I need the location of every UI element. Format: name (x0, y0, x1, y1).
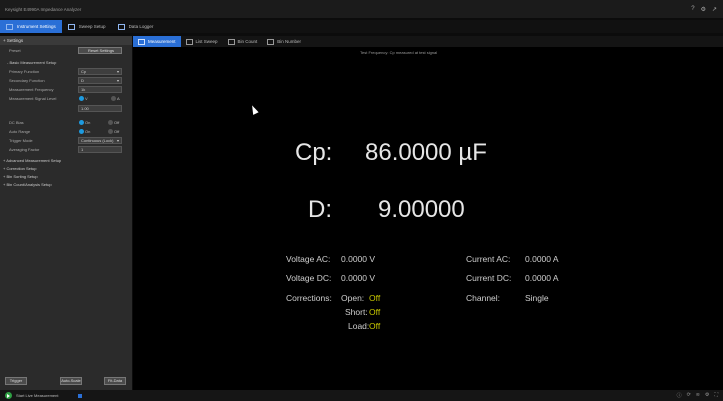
title-bar: Keysight E4990A Impedance Analyzer ? ⚙ ↗ (0, 0, 723, 18)
tab-instrument-settings[interactable]: Instrument Settings (0, 20, 62, 33)
open-value: Off (369, 293, 381, 303)
window-title: Keysight E4990A Impedance Analyzer (5, 6, 82, 12)
chevron-down-icon: ▾ (116, 138, 119, 143)
status-indicator (78, 393, 83, 398)
primary-param-value: 86.0000 µF (365, 139, 487, 166)
measurement-display: Test Frequency: Cp measured at test sign… (133, 47, 723, 390)
list-icon (185, 38, 193, 45)
primary-function-label: Primary Function (9, 69, 40, 74)
primary-param-label: Cp: (295, 139, 333, 166)
secondary-readout: D: 9.00000 (308, 196, 465, 224)
monitor-icon (138, 38, 145, 45)
tab-bin-number[interactable]: Bin Number (262, 36, 306, 47)
chevron-down-icon: ▾ (116, 69, 119, 74)
logger-icon (117, 23, 125, 30)
voltage-dc-value: 0.0000 V (341, 273, 376, 283)
channel-label: Channel: (466, 293, 501, 303)
settings-icon[interactable]: ⚙ (705, 392, 709, 399)
channel-value: Single (525, 293, 549, 303)
primary-function-select[interactable]: Cp ▾ (78, 68, 122, 75)
load-value: Off (369, 321, 381, 331)
mouse-cursor-icon (249, 104, 259, 115)
auto-range-off-radio[interactable]: Off (108, 129, 119, 135)
tab-data-logger[interactable]: Data Logger (112, 20, 160, 33)
signal-level-amp-radio[interactable]: A (111, 96, 120, 102)
sync-icon[interactable]: ⟳ (687, 392, 691, 399)
averaging-label: Averaging Factor (9, 147, 40, 152)
tab-sweep-setup[interactable]: Sweep Setup (62, 20, 112, 33)
settings-sidebar: + Settings Preset Reset Settings - Basic… (0, 36, 132, 390)
corrections-label: Corrections: (286, 293, 332, 303)
test-frequency-text: Test Frequency: Cp measured at test sign… (360, 50, 438, 55)
section-correction[interactable]: + Correction Setup (0, 165, 132, 173)
secondary-function-label: Secondary Function (9, 78, 45, 83)
tab-list-sweep[interactable]: List Sweep (181, 36, 223, 47)
primary-readout: Cp: 86.0000 µF (295, 139, 487, 167)
auto-scale-button[interactable]: Auto-Scale (60, 377, 82, 385)
bar-chart-icon (227, 38, 235, 45)
averaging-input[interactable]: 1 (78, 146, 122, 153)
info-icon[interactable]: ⓘ (677, 392, 682, 399)
reset-settings-button[interactable]: Reset Settings (78, 47, 122, 54)
fit-data-button[interactable]: Fit-Data (104, 377, 126, 385)
chevron-down-icon: ▾ (116, 78, 119, 83)
view-tabs: Measurement List Sweep Bin Count Bin Num… (133, 36, 723, 47)
external-link-icon[interactable]: ↗ (712, 6, 717, 13)
current-dc-label: Current DC: (466, 273, 512, 283)
chart-icon (67, 23, 75, 30)
start-measurement-label[interactable]: Start Live Measurement (16, 393, 58, 398)
preset-label: Preset (9, 48, 21, 53)
frequency-label: Measurement Frequency (9, 87, 54, 92)
number-icon (267, 38, 275, 45)
auto-range-label: Auto Range (9, 129, 31, 134)
tab-bin-count[interactable]: Bin Count (223, 36, 263, 47)
wifi-icon[interactable]: ≋ (696, 392, 700, 399)
current-dc-value: 0.0000 A (525, 273, 559, 283)
settings-header[interactable]: + Settings (0, 36, 132, 45)
voltage-ac-value: 0.0000 V (341, 254, 376, 264)
dc-bias-on-radio[interactable]: On (79, 120, 90, 126)
section-bin-sorting[interactable]: + Bin Sorting Setup (0, 173, 132, 181)
current-ac-label: Current AC: (466, 254, 511, 264)
fullscreen-icon[interactable]: ⛶ (714, 392, 718, 399)
section-advanced[interactable]: + Advanced Measurement Setup (0, 157, 132, 165)
trigger-mode-label: Trigger Mode (9, 138, 33, 143)
main-tabs: Instrument Settings Sweep Setup Data Log… (0, 20, 723, 33)
secondary-param-label: D: (308, 196, 332, 223)
status-bar: Start Live Measurement ⓘ ⟳ ≋ ⚙ ⛶ (0, 390, 723, 401)
signal-level-label: Measurement Signal Level (9, 96, 57, 101)
short-value: Off (369, 307, 381, 317)
help-icon[interactable]: ? (691, 6, 694, 12)
basic-section-header[interactable]: - Basic Measurement Setup (7, 60, 56, 65)
section-bin-count[interactable]: + Bin Count/Analysis Setup (0, 181, 132, 189)
trigger-mode-select[interactable]: Continuous (Lock) ▾ (78, 137, 122, 144)
secondary-param-value: 9.00000 (378, 196, 465, 223)
signal-level-volt-radio[interactable]: V (79, 96, 88, 102)
load-label: Load: (348, 321, 370, 331)
instrument-icon (6, 23, 13, 30)
tab-measurement[interactable]: Measurement (133, 36, 181, 47)
secondary-function-select[interactable]: D ▾ (78, 77, 122, 84)
short-label: Short: (345, 307, 368, 317)
trigger-button[interactable]: Trigger (5, 377, 27, 385)
voltage-dc-label: Voltage DC: (286, 273, 332, 283)
voltage-ac-label: Voltage AC: (286, 254, 331, 264)
dc-bias-off-radio[interactable]: Off (108, 120, 119, 126)
frequency-input[interactable]: 1k (78, 86, 122, 93)
dc-bias-label: DC Bias (9, 120, 24, 125)
open-label: Open: (341, 293, 365, 303)
signal-level-input[interactable]: 1.00 (78, 105, 122, 112)
current-ac-value: 0.0000 A (525, 254, 559, 264)
settings-icon[interactable]: ⚙ (701, 6, 706, 13)
play-icon[interactable] (5, 392, 12, 399)
auto-range-on-radio[interactable]: On (79, 129, 90, 135)
